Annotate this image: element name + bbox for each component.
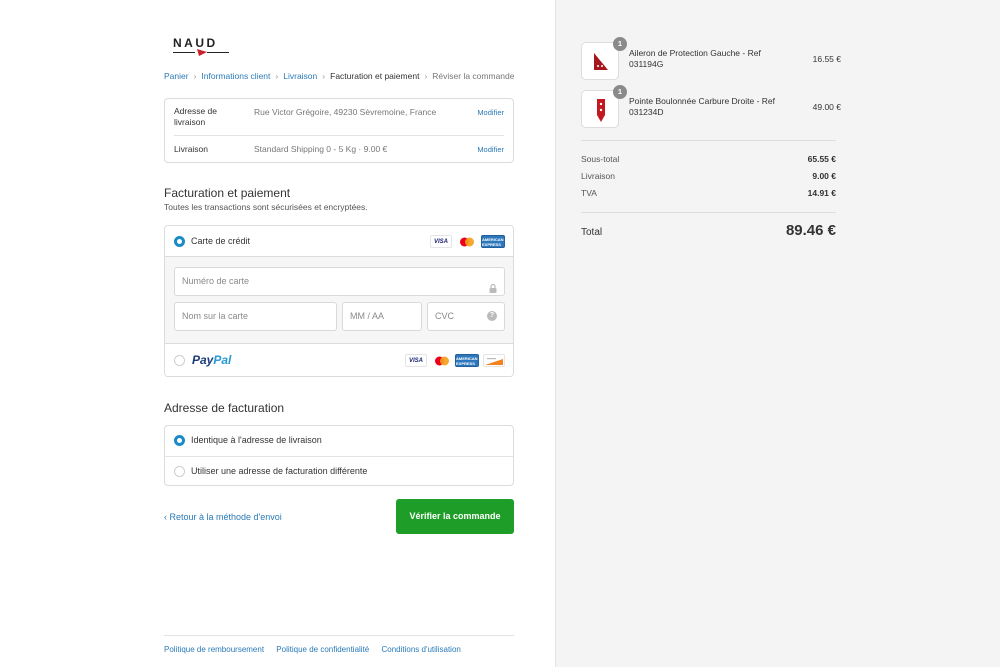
cvc-field[interactable]: CVC ? [427,302,505,331]
payment-title: Facturation et paiement [164,186,291,200]
chevron-right-icon: › [322,71,326,81]
shipping-address-value: Rue Victor Grégoire, 49230 Sèvremoine, F… [254,107,437,117]
quantity-badge: 1 [613,85,627,99]
billing-same-option[interactable]: Identique à l'adresse de livraison [165,426,513,456]
billing-different-radio[interactable] [174,466,185,477]
product-price: 49.00 € [812,102,841,112]
privacy-policy-link[interactable]: Politique de confidentialité [276,645,369,654]
paypal-radio[interactable] [174,355,185,366]
product-thumbnail: 1 [581,37,627,80]
terms-link[interactable]: Conditions d'utilisation [381,645,460,654]
brand-logo[interactable]: NAUD [173,36,233,58]
chevron-right-icon: › [275,71,279,81]
discover-icon [483,354,505,367]
brand-mark-icon [173,49,229,56]
mastercard-icon [456,235,478,248]
footer-links: Politique de remboursement Politique de … [164,645,471,654]
product-price: 16.55 € [812,54,841,64]
brand-name: NAUD [173,36,218,50]
credit-card-label: Carte de crédit [191,236,251,246]
mastercard-icon [431,354,453,367]
refund-policy-link[interactable]: Politique de remboursement [164,645,264,654]
shipping-cost-value: 9.00 € [812,171,836,181]
visa-icon: VISA [430,235,452,248]
amex-icon: AMERICAN EXPRESS [455,354,479,367]
card-number-placeholder: Numéro de carte [182,276,250,286]
back-to-shipping-link[interactable]: ‹ Retour à la méthode d'envoi [164,512,282,522]
subtotal-row: Sous-total 65.55 € [581,154,836,164]
shipping-method-value: Standard Shipping 0 - 5 Kg · 9.00 € [254,144,388,154]
modify-address-link[interactable]: Modifier [477,108,504,117]
card-fields: Numéro de carte Nom sur la carte MM / AA… [165,257,513,344]
payment-methods-box: Carte de crédit VISA AMERICAN EXPRESS Nu… [164,225,514,377]
modify-shipping-link[interactable]: Modifier [477,145,504,154]
billing-same-label: Identique à l'adresse de livraison [191,435,322,445]
quantity-badge: 1 [613,37,627,51]
billing-options-box: Identique à l'adresse de livraison Utili… [164,425,514,486]
shipping-cost-row: Livraison 9.00 € [581,171,836,181]
breadcrumb: Panier › Informations client › Livraison › Fac… [164,71,514,81]
chevron-right-icon: › [193,71,197,81]
tax-label: TVA [581,188,597,198]
verify-order-button[interactable]: Vérifier la commande [396,499,514,534]
product-thumbnail: 1 [581,85,627,128]
breadcrumb-payment: Facturation et paiement [330,71,420,81]
breadcrumb-shipping[interactable]: Livraison [283,71,317,81]
card-name-field[interactable]: Nom sur la carte [174,302,337,331]
billing-title: Adresse de facturation [164,401,285,415]
lock-icon [489,277,497,304]
tax-row: TVA 14.91 € [581,188,836,198]
product-name: Pointe Boulonnée Carbure Droite - Ref 03… [629,96,775,117]
card-name-placeholder: Nom sur la carte [182,311,249,321]
breadcrumb-review: Réviser la commande [432,71,515,81]
amex-icon: AMERICAN EXPRESS [481,235,505,248]
paypal-logo: PayPal [192,353,231,367]
shipping-address-label: Adresse de livraison [174,106,217,127]
chevron-right-icon: › [424,71,428,81]
help-icon[interactable]: ? [487,311,497,321]
paypal-pal: Pal [213,353,232,367]
card-number-field[interactable]: Numéro de carte [174,267,505,296]
subtotal-value: 65.55 € [807,154,836,164]
cart-item: 1 Pointe Boulonnée Carbure Droite - Ref … [581,85,841,130]
visa-icon: VISA [405,354,427,367]
paypal-option[interactable]: PayPal VISA AMERICAN EXPRESS [165,344,513,376]
total-value: 89.46 € [785,222,836,239]
cvc-placeholder: CVC [435,311,455,321]
divider [581,212,836,213]
billing-different-option[interactable]: Utiliser une adresse de facturation diff… [165,457,513,487]
shipping-method-label: Livraison [174,144,209,154]
credit-card-radio[interactable] [174,236,185,247]
breadcrumb-customer-info[interactable]: Informations client [201,71,270,81]
expiry-placeholder: MM / AA [350,311,385,321]
total-label: Total [581,227,603,238]
divider [581,140,836,141]
divider [164,635,514,636]
product-name: Aileron de Protection Gauche - Ref 03119… [629,48,761,69]
breadcrumb-cart[interactable]: Panier [164,71,189,81]
shipping-cost-label: Livraison [581,171,616,181]
expiry-field[interactable]: MM / AA [342,302,422,331]
divider [174,135,504,136]
tax-value: 14.91 € [807,188,836,198]
shipping-info-box: Adresse de livraison Rue Victor Grégoire… [164,98,514,163]
cart-item: 1 Aileron de Protection Gauche - Ref 031… [581,37,841,82]
paypal-pay: Pay [192,353,214,367]
billing-same-radio[interactable] [174,435,185,446]
billing-different-label: Utiliser une adresse de facturation diff… [191,466,368,476]
credit-card-option[interactable]: Carte de crédit VISA AMERICAN EXPRESS [165,226,513,257]
subtotal-label: Sous-total [581,154,620,164]
payment-subtitle: Toutes les transactions sont sécurisées … [164,202,368,212]
